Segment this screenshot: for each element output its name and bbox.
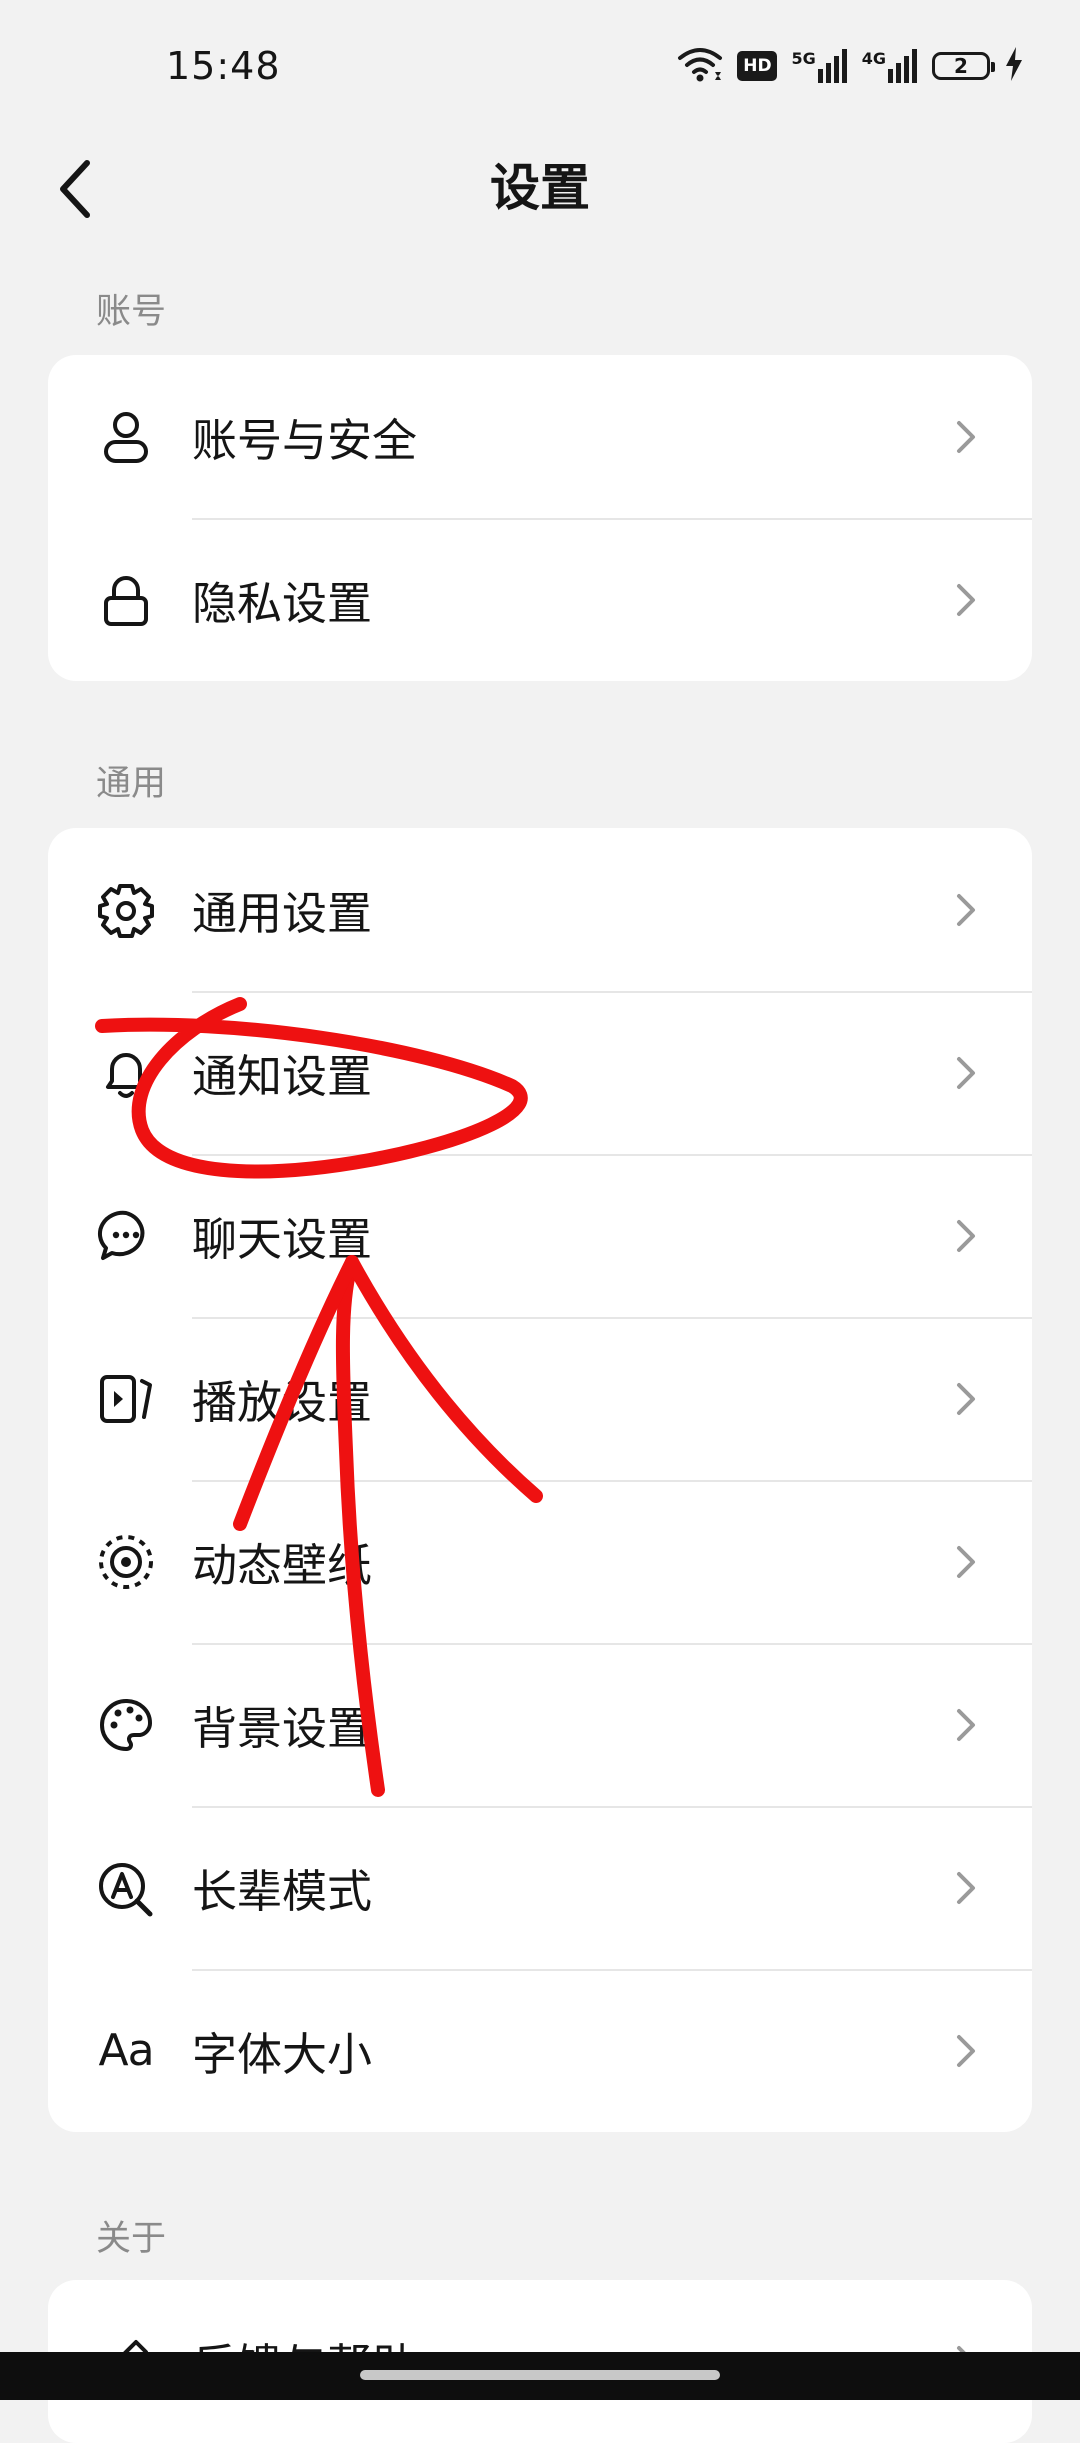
elder-mode-icon xyxy=(94,1856,158,1920)
item-label: 字体大小 xyxy=(192,2028,373,2081)
settings-item-notifications[interactable]: 通知设置 xyxy=(48,991,1032,1154)
settings-item-background[interactable]: 背景设置 xyxy=(48,1643,1032,1806)
section-label-general: 通用 xyxy=(96,764,167,804)
live-wallpaper-icon xyxy=(94,1530,158,1594)
net-label-4g: 4G xyxy=(861,49,886,68)
settings-item-general[interactable]: 通用设置 xyxy=(48,828,1032,991)
play-screen-icon xyxy=(94,1367,158,1431)
chevron-right-icon xyxy=(950,890,982,930)
user-icon xyxy=(94,405,158,469)
chevron-right-icon xyxy=(950,1053,982,1093)
settings-item-privacy[interactable]: 隐私设置 xyxy=(48,518,1032,681)
item-label: 通用设置 xyxy=(192,887,373,940)
header: 设置 xyxy=(0,130,1080,252)
item-label: 背景设置 xyxy=(192,1702,373,1755)
settings-item-elder-mode[interactable]: 长辈模式 xyxy=(48,1806,1032,1969)
item-label: 聊天设置 xyxy=(192,1213,373,1266)
settings-item-live-wallpaper[interactable]: 动态壁纸 xyxy=(48,1480,1032,1643)
signal-4g-icon: 4G xyxy=(862,49,918,83)
hd-call-icon: HD xyxy=(737,51,778,81)
palette-icon xyxy=(94,1693,158,1757)
gear-icon xyxy=(94,878,158,942)
status-icons: HD 5G 4G 2 xyxy=(677,44,1024,88)
account-card: 账号与安全 隐私设置 xyxy=(48,355,1032,681)
home-indicator[interactable] xyxy=(360,2370,720,2380)
settings-item-playback[interactable]: 播放设置 xyxy=(48,1317,1032,1480)
item-label: 账号与安全 xyxy=(192,414,418,467)
item-label: 播放设置 xyxy=(192,1376,373,1429)
font-size-icon: Aa xyxy=(94,2019,158,2083)
net-label-5g: 5G xyxy=(791,49,816,68)
battery-icon: 2 xyxy=(932,52,995,80)
item-label: 通知设置 xyxy=(192,1050,373,1103)
section-label-account: 账号 xyxy=(96,292,167,332)
item-label: 隐私设置 xyxy=(192,577,373,630)
status-bar: 15:48 HD 5G 4G 2 xyxy=(0,0,1080,130)
chevron-right-icon xyxy=(950,1868,982,1908)
wifi-icon xyxy=(677,44,723,88)
navigation-bar xyxy=(0,2352,1080,2400)
page-title: 设置 xyxy=(490,159,590,217)
chat-bubble-icon xyxy=(94,1204,158,1268)
chevron-right-icon xyxy=(950,417,982,457)
charging-icon xyxy=(1004,47,1024,85)
chevron-right-icon xyxy=(950,1379,982,1419)
signal-5g-icon: 5G xyxy=(791,49,847,83)
section-label-about: 关于 xyxy=(96,2219,167,2259)
chevron-right-icon xyxy=(950,580,982,620)
status-time: 15:48 xyxy=(166,44,281,88)
lock-icon xyxy=(94,568,158,632)
settings-item-account-security[interactable]: 账号与安全 xyxy=(48,355,1032,518)
settings-item-chat[interactable]: 聊天设置 xyxy=(48,1154,1032,1317)
chevron-right-icon xyxy=(950,2031,982,2071)
item-label: 长辈模式 xyxy=(192,1865,373,1918)
chevron-right-icon xyxy=(950,1542,982,1582)
chevron-right-icon xyxy=(950,1705,982,1745)
settings-item-font-size[interactable]: Aa 字体大小 xyxy=(48,1969,1032,2132)
font-size-glyph: Aa xyxy=(98,2025,154,2076)
general-card: 通用设置 通知设置 聊天设置 播放设置 动态壁纸 背景设置 长辈模式 Aa 字体… xyxy=(48,828,1032,2132)
item-label: 动态壁纸 xyxy=(192,1539,373,1592)
bell-icon xyxy=(94,1041,158,1105)
chevron-right-icon xyxy=(950,1216,982,1256)
